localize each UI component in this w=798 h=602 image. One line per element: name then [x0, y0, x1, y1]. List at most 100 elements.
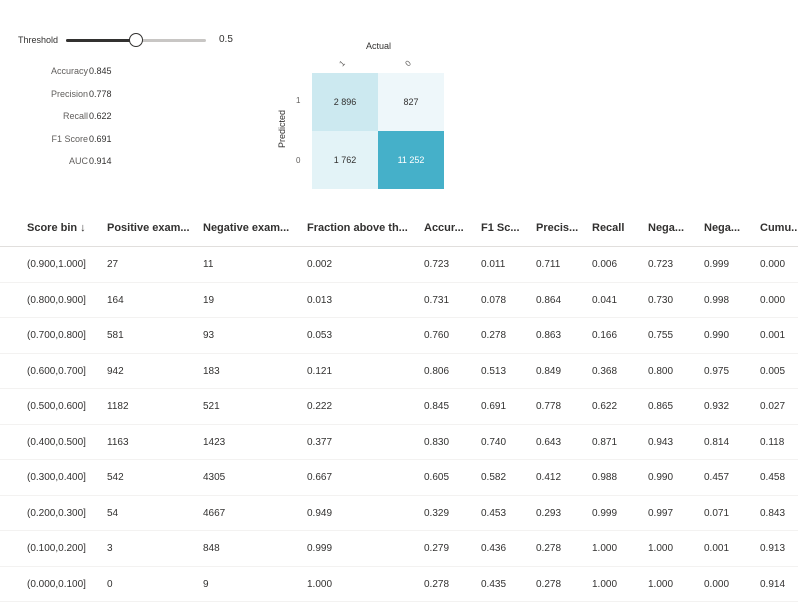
metric-value: 0.622: [89, 111, 112, 121]
cell-fraction-above-threshold: 1.000: [307, 579, 332, 590]
cell-precision: 0.278: [536, 579, 561, 590]
cell-negative-2: 0.975: [704, 366, 729, 377]
threshold-slider-thumb[interactable]: [129, 33, 143, 47]
cell-negative-1: 0.943: [648, 437, 673, 448]
cell-negative-2: 0.814: [704, 437, 729, 448]
cell-recall: 0.871: [592, 437, 617, 448]
column-header-positive-examples[interactable]: Positive exam...: [107, 222, 193, 234]
cell-negative-examples: 183: [203, 366, 220, 377]
column-header-cumulative[interactable]: Cumu...: [760, 222, 798, 234]
cell-negative-2: 0.932: [704, 401, 729, 412]
metric-label: Precision: [51, 89, 88, 99]
cell-f1-score: 0.435: [481, 579, 506, 590]
threshold-label: Threshold: [18, 35, 58, 45]
threshold-slider-fill: [66, 39, 136, 42]
cell-accuracy: 0.731: [424, 295, 449, 306]
table-body: (0.900,1.000]27110.0020.7230.0110.7110.0…: [0, 247, 798, 602]
cell-precision: 0.778: [536, 401, 561, 412]
cell-false-negative[interactable]: 1 762: [312, 131, 378, 189]
cell-recall: 0.622: [592, 401, 617, 412]
table-row[interactable]: (0.500,0.600]11825210.2220.8450.6910.778…: [0, 389, 798, 425]
actual-axis-label: Actual: [366, 41, 391, 51]
cell-accuracy: 0.845: [424, 401, 449, 412]
cell-precision: 0.293: [536, 508, 561, 519]
cell-negative-examples: 848: [203, 543, 220, 554]
cell-f1-score: 0.436: [481, 543, 506, 554]
cell-true-negative[interactable]: 11 252: [378, 131, 444, 189]
cell-accuracy: 0.329: [424, 508, 449, 519]
table-row[interactable]: (0.100,0.200]38480.9990.2790.4360.2781.0…: [0, 531, 798, 567]
cell-negative-1: 0.723: [648, 259, 673, 270]
actual-tick-1: 1: [337, 59, 347, 69]
table-row[interactable]: (0.900,1.000]27110.0020.7230.0110.7110.0…: [0, 247, 798, 283]
cell-negative-examples: 4667: [203, 508, 225, 519]
column-header-accuracy[interactable]: Accur...: [424, 222, 474, 234]
cell-f1-score: 0.691: [481, 401, 506, 412]
cell-negative-examples: 93: [203, 330, 214, 341]
cell-precision: 0.711: [536, 259, 560, 270]
cell-cumulative: 0.914: [760, 579, 785, 590]
cell-negative-1: 0.990: [648, 472, 673, 483]
column-header-negative-examples[interactable]: Negative exam...: [203, 222, 299, 234]
cell-precision: 0.849: [536, 366, 561, 377]
cell-negative-1: 0.865: [648, 401, 673, 412]
cell-cumulative: 0.913: [760, 543, 785, 554]
cell-cumulative: 0.458: [760, 472, 785, 483]
metric-precision: Precision 0.778: [20, 89, 130, 112]
cell-recall: 0.006: [592, 259, 617, 270]
cell-f1-score: 0.078: [481, 295, 506, 306]
cell-accuracy: 0.279: [424, 543, 449, 554]
metric-value: 0.778: [89, 89, 112, 99]
cell-score-bin: (0.700,0.800]: [27, 330, 86, 341]
cell-cumulative: 0.000: [760, 259, 785, 270]
cell-negative-examples: 9: [203, 579, 209, 590]
cell-positive-examples: 0: [107, 579, 113, 590]
cell-false-positive[interactable]: 827: [378, 73, 444, 131]
cell-recall: 1.000: [592, 579, 617, 590]
cell-recall: 0.999: [592, 508, 617, 519]
cell-f1-score: 0.513: [481, 366, 506, 377]
cell-negative-1: 1.000: [648, 543, 673, 554]
cell-positive-examples: 581: [107, 330, 124, 341]
cell-accuracy: 0.830: [424, 437, 449, 448]
metrics-summary: Accuracy 0.845 Precision 0.778 Recall 0.…: [20, 66, 130, 179]
cell-accuracy: 0.605: [424, 472, 449, 483]
metric-f1-score: F1 Score 0.691: [20, 134, 130, 157]
column-header-precision[interactable]: Precis...: [536, 222, 586, 234]
column-header-score-bin[interactable]: Score bin ↓: [27, 222, 97, 234]
table-row[interactable]: (0.400,0.500]116314230.3770.8300.7400.64…: [0, 425, 798, 461]
cell-negative-2: 0.000: [704, 579, 729, 590]
cell-recall: 0.166: [592, 330, 617, 341]
cell-f1-score: 0.582: [481, 472, 506, 483]
threshold-slider[interactable]: [66, 39, 206, 42]
cell-true-positive[interactable]: 2 896: [312, 73, 378, 131]
column-header-f1-score[interactable]: F1 Sc...: [481, 222, 529, 234]
table-row[interactable]: (0.600,0.700]9421830.1210.8060.5130.8490…: [0, 354, 798, 390]
table-row[interactable]: (0.000,0.100]091.0000.2780.4350.2781.000…: [0, 567, 798, 602]
cell-negative-1: 0.800: [648, 366, 673, 377]
cell-fraction-above-threshold: 0.377: [307, 437, 332, 448]
table-row[interactable]: (0.200,0.300]5446670.9490.3290.4530.2930…: [0, 496, 798, 532]
cell-precision: 0.864: [536, 295, 561, 306]
metric-label: AUC: [69, 156, 88, 166]
table-row[interactable]: (0.700,0.800]581930.0530.7600.2780.8630.…: [0, 318, 798, 354]
table-row[interactable]: (0.800,0.900]164190.0130.7310.0780.8640.…: [0, 283, 798, 319]
predicted-tick-1: 1: [296, 96, 300, 105]
column-header-recall[interactable]: Recall: [592, 222, 642, 234]
metric-label: Accuracy: [51, 66, 88, 76]
cell-cumulative: 0.027: [760, 401, 785, 412]
table-row[interactable]: (0.300,0.400]54243050.6670.6050.5820.412…: [0, 460, 798, 496]
cell-precision: 0.643: [536, 437, 561, 448]
cell-negative-1: 0.755: [648, 330, 673, 341]
column-header-negative-2[interactable]: Nega...: [704, 222, 752, 234]
table-header: Score bin ↓ Positive exam... Negative ex…: [0, 210, 798, 247]
column-header-fraction-above-threshold[interactable]: Fraction above th...: [307, 222, 415, 234]
cell-negative-examples: 19: [203, 295, 214, 306]
column-header-negative-1[interactable]: Nega...: [648, 222, 696, 234]
cell-negative-examples: 4305: [203, 472, 225, 483]
cell-negative-2: 0.457: [704, 472, 729, 483]
cell-recall: 0.988: [592, 472, 617, 483]
cell-cumulative: 0.005: [760, 366, 785, 377]
cell-negative-2: 0.071: [704, 508, 729, 519]
cell-negative-2: 0.990: [704, 330, 729, 341]
